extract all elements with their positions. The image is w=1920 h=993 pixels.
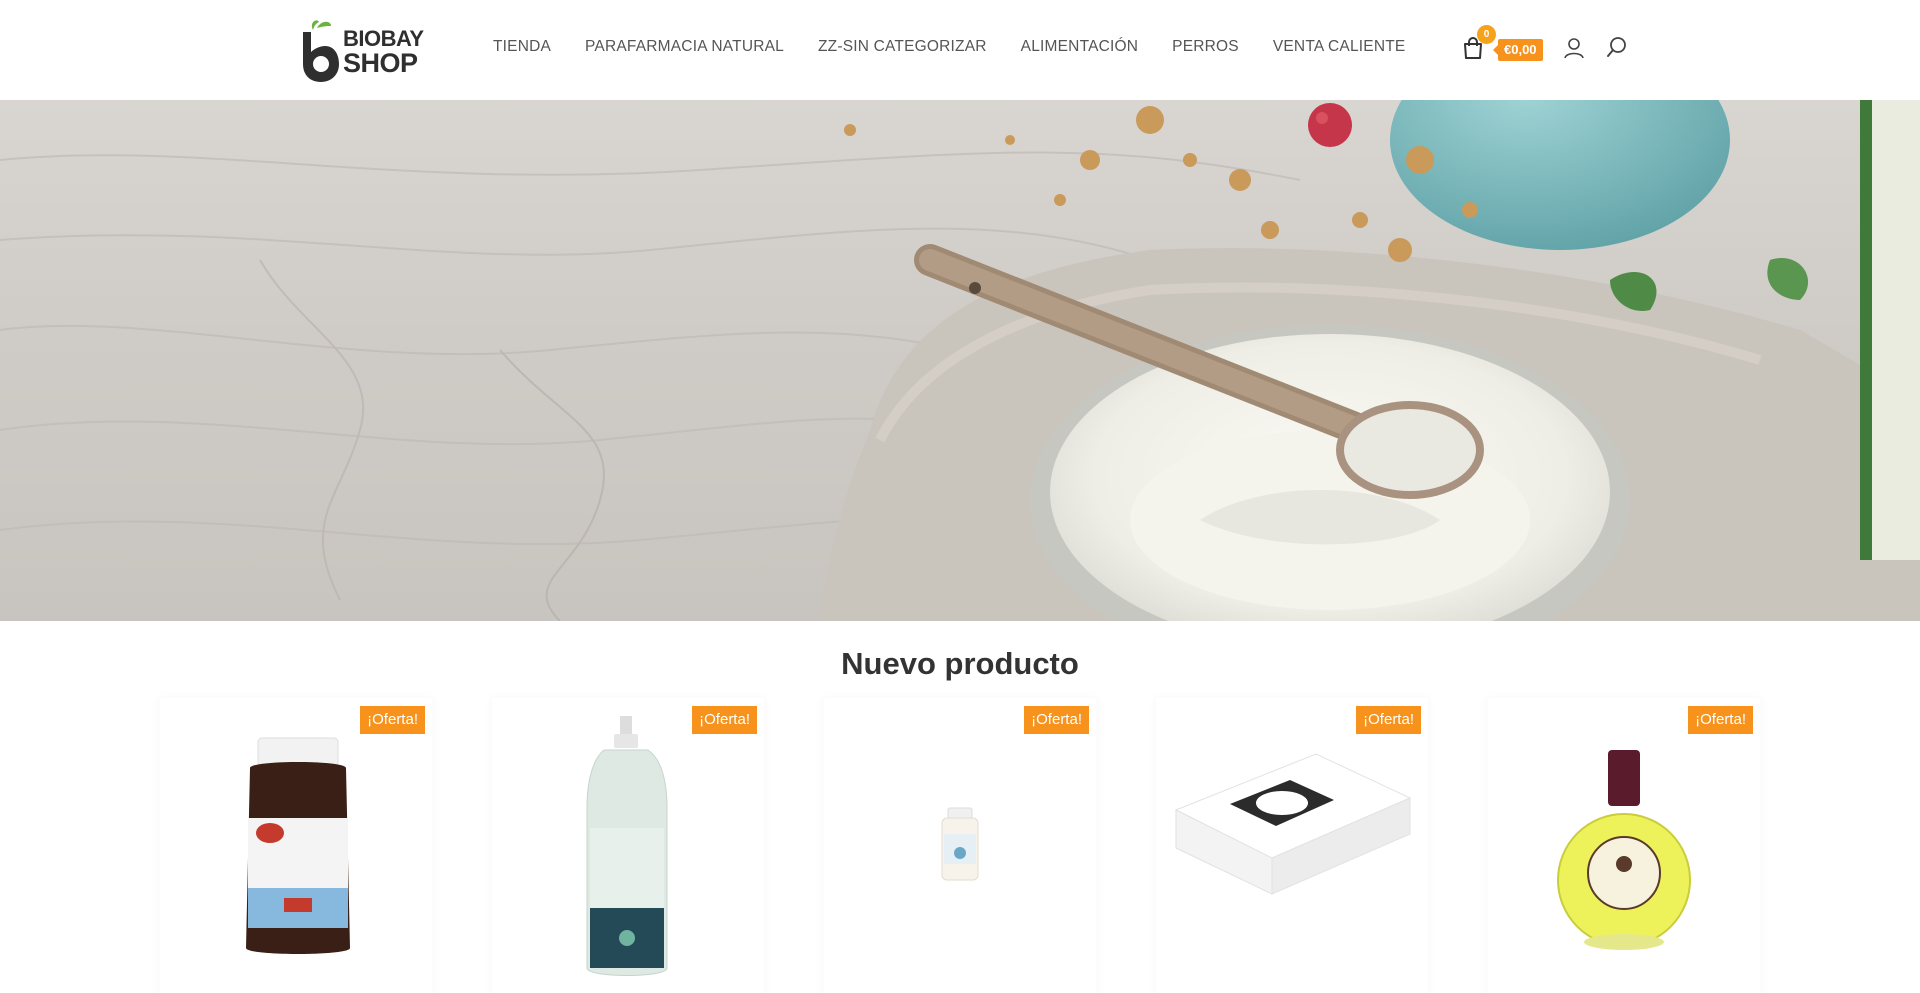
nav-item-tienda[interactable]: TIENDA — [493, 38, 551, 56]
site-header: BIOBAY SHOP TIENDA PARAFARMACIA NATURAL … — [0, 0, 1920, 100]
nav-item-sin-categorizar[interactable]: ZZ-SIN CATEGORIZAR — [818, 38, 987, 56]
user-icon[interactable] — [1563, 37, 1585, 59]
product-image — [586, 716, 668, 976]
main-nav: TIENDA PARAFARMACIA NATURAL ZZ-SIN CATEG… — [493, 38, 1439, 56]
search-icon[interactable] — [1606, 36, 1628, 58]
nav-item-alimentacion[interactable]: ALIMENTACIÓN — [1021, 38, 1139, 56]
nav-item-parafarmacia[interactable]: PARAFARMACIA NATURAL — [585, 38, 784, 56]
product-image — [1557, 750, 1691, 950]
sale-badge: ¡Oferta! — [1024, 706, 1089, 734]
brand-wordmark: BIOBAY SHOP — [343, 27, 424, 78]
product-card[interactable]: ¡Oferta! — [1488, 698, 1760, 993]
sale-badge: ¡Oferta! — [360, 706, 425, 734]
section-title: Nuevo producto — [841, 646, 1079, 681]
nav-item-perros[interactable]: PERROS — [1172, 38, 1239, 56]
product-image — [1174, 753, 1412, 895]
product-card[interactable]: ¡Oferta! — [160, 698, 432, 993]
product-card[interactable]: ¡Oferta! — [492, 698, 764, 993]
cart-total[interactable]: €0,00 — [1493, 39, 1543, 61]
sale-badge: ¡Oferta! — [1356, 706, 1421, 734]
product-image — [246, 737, 350, 954]
brand-logo[interactable]: BIOBAY SHOP — [299, 18, 434, 84]
hero-banner[interactable] — [0, 100, 1920, 621]
product-image — [941, 807, 979, 881]
product-card[interactable]: ¡Oferta! — [824, 698, 1096, 993]
logo-mark-icon — [303, 20, 339, 82]
brand-line-2: SHOP — [343, 48, 418, 78]
nav-item-venta-caliente[interactable]: VENTA CALIENTE — [1273, 38, 1406, 56]
hero-image — [0, 100, 1920, 621]
product-card[interactable]: ¡Oferta! — [1156, 698, 1428, 993]
product-grid: ¡Oferta! ¡Oferta! ¡Oferta! ¡Oferta! ¡Ofe… — [160, 698, 1760, 993]
sale-badge: ¡Oferta! — [1688, 706, 1753, 734]
cart-count-badge: 0 — [1477, 25, 1496, 44]
sale-badge: ¡Oferta! — [692, 706, 757, 734]
